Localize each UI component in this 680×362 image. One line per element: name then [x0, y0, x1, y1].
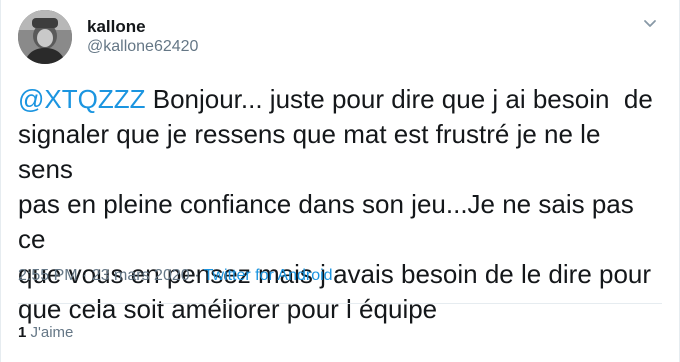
meta-separator: ·	[77, 267, 92, 284]
tweet-time[interactable]: 2:55 PM	[18, 267, 78, 284]
tweet-source-link[interactable]: Twitter for Android	[204, 267, 333, 284]
like-label: J'aime	[30, 324, 74, 341]
chevron-down-icon[interactable]	[641, 14, 659, 32]
display-name[interactable]: kallone	[87, 17, 146, 37]
likes-stat[interactable]: 1 J'aime	[18, 324, 73, 341]
mention-link[interactable]: @XTQZZZ	[18, 84, 146, 114]
avatar[interactable]	[18, 10, 72, 64]
divider	[18, 303, 662, 304]
tweet-card: kallone @kallone62420 @XTQZZZ Bonjour...…	[0, 0, 680, 362]
like-count: 1	[18, 324, 27, 341]
tweet-metadata: 2:55 PM · 23 mars 2020 · Twitter for And…	[18, 267, 333, 285]
profile-photo-icon	[18, 10, 72, 64]
tweet-body: Bonjour... juste pour dire que j ai beso…	[18, 84, 653, 324]
tweet-date[interactable]: 23 mars 2020	[92, 267, 190, 284]
user-handle[interactable]: @kallone62420	[87, 38, 198, 56]
meta-separator-2: ·	[189, 267, 204, 284]
tweet-text: @XTQZZZ Bonjour... juste pour dire que j…	[18, 82, 658, 327]
